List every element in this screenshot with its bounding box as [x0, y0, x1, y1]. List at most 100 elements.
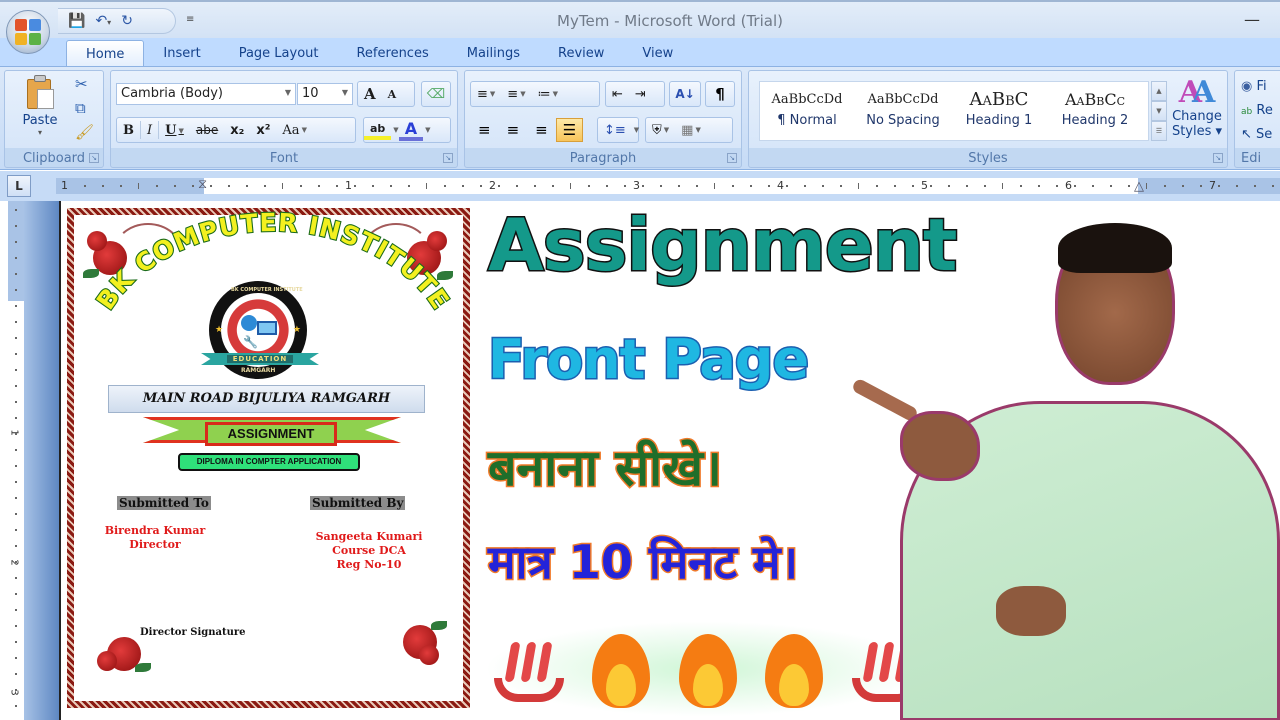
decrease-indent-icon[interactable]: ⇤ [606, 82, 629, 106]
copy-icon[interactable]: ⧉ [75, 101, 86, 116]
font-launcher-icon[interactable]: ↘ [443, 153, 453, 163]
increase-indent-icon[interactable]: ⇥ [629, 82, 652, 106]
paste-button[interactable]: Paste ▾ [15, 75, 65, 145]
right-indent-marker[interactable]: △ [1134, 180, 1144, 194]
font-color-button[interactable]: A [398, 119, 424, 141]
highlight-button[interactable]: ab [364, 120, 392, 140]
align-center-icon[interactable]: ≡ [499, 121, 528, 139]
ruler-dot [15, 561, 17, 563]
grow-font-button[interactable]: A [358, 82, 382, 106]
minimize-icon[interactable]: — [1244, 10, 1260, 29]
style-preview: AaBbCcDd [771, 92, 843, 107]
align-right-icon[interactable]: ≡ [527, 121, 556, 139]
numbering-button[interactable]: ≡ ▼ [501, 82, 531, 106]
office-logo-icon [15, 19, 41, 45]
ruler-tick [1146, 183, 1147, 189]
vertical-ruler[interactable]: 123 [8, 201, 24, 720]
ruler-dot [15, 609, 17, 611]
horizontal-ruler[interactable]: ⧖ △ 1 1 2 3 4 5 6 7 [56, 178, 1280, 194]
superscript-button[interactable]: x² [250, 118, 276, 142]
shrink-font-button[interactable]: A [382, 82, 403, 106]
cut-icon[interactable]: ✂ [75, 77, 88, 92]
ruler-dot [15, 433, 17, 435]
change-styles-button[interactable]: AA Change Styles ▾ [1169, 77, 1225, 140]
submitted-to-title: Director [129, 538, 181, 551]
italic-button[interactable]: I [141, 118, 158, 142]
ruler-dot [480, 185, 482, 187]
bullets-button[interactable]: ≡ ▼ [471, 82, 501, 106]
borders-button[interactable]: ▦ ▼ [675, 118, 707, 142]
shading-button[interactable]: ⛨ ▼ [646, 118, 675, 142]
ruler-dot [15, 353, 17, 355]
scroll-up-icon[interactable]: ▲ [1151, 81, 1167, 101]
ruler-dot [408, 185, 410, 187]
education-banner: EDUCATION [201, 353, 319, 365]
ruler-dot [15, 401, 17, 403]
tab-review[interactable]: Review [539, 40, 623, 66]
ruler-dot [15, 625, 17, 627]
ruler-dot [984, 185, 986, 187]
ruler-dot [15, 273, 17, 275]
find-button[interactable]: ◉ Fi [1241, 79, 1267, 94]
fire-icon [588, 628, 653, 710]
style-no-spacing[interactable]: AaBbCcDd No Spacing [859, 85, 947, 137]
tab-page-layout[interactable]: Page Layout [220, 40, 338, 66]
style-preview: AaBbCcDd [867, 92, 939, 107]
logo-ring-top-text: BK COMPUTER INSTITUTE [231, 287, 303, 293]
tab-view[interactable]: View [623, 40, 692, 66]
sort-button[interactable]: A↓ [669, 81, 701, 107]
style-normal[interactable]: AaBbCcDd ¶ Normal [763, 85, 851, 137]
ruler-dot [1254, 185, 1256, 187]
style-heading-1[interactable]: AaBbC Heading 1 [955, 85, 1043, 137]
line-spacing-button[interactable]: ↕≡ ▼ [597, 117, 639, 143]
ruler-tick [1002, 183, 1003, 189]
ruler-dot [15, 545, 17, 547]
ruler-dot [102, 185, 104, 187]
paragraph-launcher-icon[interactable]: ↘ [727, 153, 737, 163]
style-name: Heading 1 [965, 113, 1033, 128]
strikethrough-button[interactable]: abe [190, 118, 224, 142]
clear-formatting-button[interactable]: ⌫ [421, 81, 451, 107]
multilevel-list-button[interactable]: ≔ ▼ [532, 82, 564, 106]
underline-button[interactable]: U ▼ [159, 118, 190, 142]
ruler-dot [516, 185, 518, 187]
select-button[interactable]: ↖ Se [1241, 127, 1272, 142]
bold-button[interactable]: B [117, 118, 140, 142]
star-icon: ★ [215, 325, 224, 335]
show-marks-button[interactable]: ¶ [705, 81, 735, 107]
ruler-dot [174, 185, 176, 187]
tab-stop-selector[interactable]: L [7, 175, 31, 197]
more-styles-icon[interactable]: ☰ [1151, 121, 1167, 141]
font-size-select[interactable]: 10 ▼ [297, 83, 353, 105]
justify-icon[interactable]: ☰ [555, 118, 584, 142]
change-case-button[interactable]: Aa ▼ [276, 118, 313, 142]
document-page[interactable]: BK COMPUTER INSTITUTE 🔧 ★ ★ BK COMPUTER … [61, 201, 480, 720]
styles-launcher-icon[interactable]: ↘ [1213, 153, 1223, 163]
change-styles-label-2: Styles ▾ [1171, 124, 1223, 139]
subscript-button[interactable]: x₂ [224, 118, 250, 142]
window-title: MyTem - Microsoft Word (Trial) [557, 12, 783, 30]
ruler-dot [966, 185, 968, 187]
ruler-number: 2 [489, 179, 496, 192]
ruler-dot [552, 185, 554, 187]
format-painter-icon[interactable]: 🖌 [75, 125, 94, 140]
tab-mailings[interactable]: Mailings [448, 40, 539, 66]
ruler-dot [264, 185, 266, 187]
ruler-dot [894, 185, 896, 187]
tab-insert[interactable]: Insert [144, 40, 219, 66]
align-left-icon[interactable]: ≡ [470, 121, 499, 139]
office-button[interactable] [6, 10, 50, 54]
chevron-down-icon[interactable]: ▼ [425, 126, 430, 134]
scroll-down-icon[interactable]: ▼ [1151, 101, 1167, 121]
clipboard-launcher-icon[interactable]: ↘ [89, 153, 99, 163]
tab-references[interactable]: References [337, 40, 447, 66]
paste-dropdown-icon[interactable]: ▾ [15, 128, 65, 137]
submitted-to-heading: Submitted To [117, 496, 211, 510]
tab-home[interactable]: Home [66, 40, 145, 66]
chevron-down-icon: ▼ [520, 90, 526, 98]
globe-icon [241, 315, 257, 331]
first-line-indent-marker[interactable]: ⧖ [198, 178, 207, 192]
style-heading-2[interactable]: AaBbCc Heading 2 [1051, 85, 1139, 137]
font-name-select[interactable]: Cambria (Body) ▼ [116, 83, 296, 105]
replace-button[interactable]: ab Re [1241, 103, 1273, 118]
